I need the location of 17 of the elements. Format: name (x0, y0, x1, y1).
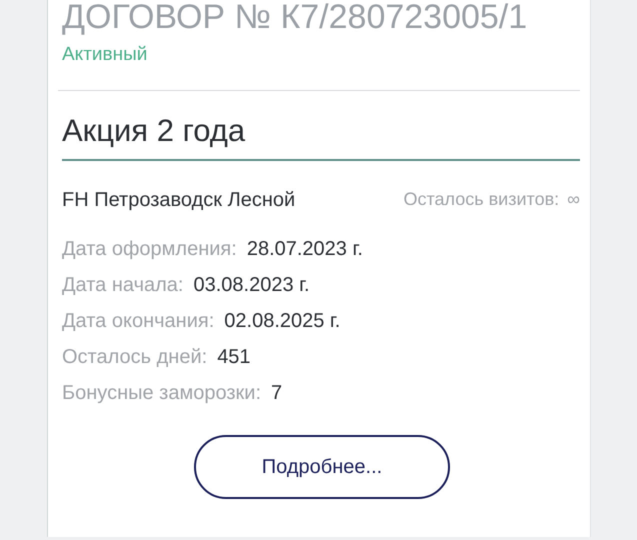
detail-value: 03.08.2023 г. (193, 272, 310, 298)
detail-value: 02.08.2025 г. (224, 308, 340, 334)
detail-label: Дата окончания: (62, 308, 214, 334)
detail-value: 7 (271, 380, 282, 406)
details-button[interactable]: Подробнее... (194, 434, 450, 498)
detail-label: Осталось дней: (62, 344, 208, 370)
visits-label: Осталось визитов: (403, 188, 560, 211)
detail-label: Дата начала: (62, 272, 184, 298)
detail-value: 451 (217, 344, 251, 370)
detail-label: Бонусные заморозки: (62, 380, 262, 406)
visits-value: ∞ (567, 188, 580, 211)
club-name: FH Петрозаводск Лесной (62, 188, 296, 212)
status-label: Активный (62, 43, 148, 67)
detail-label: Дата оформления: (62, 236, 237, 262)
detail-value: 28.07.2023 г. (246, 236, 363, 262)
plan-title: Акция 2 года (62, 110, 580, 160)
contract-number: ДОГОВОР № К7/280723005/1 (62, 0, 528, 37)
